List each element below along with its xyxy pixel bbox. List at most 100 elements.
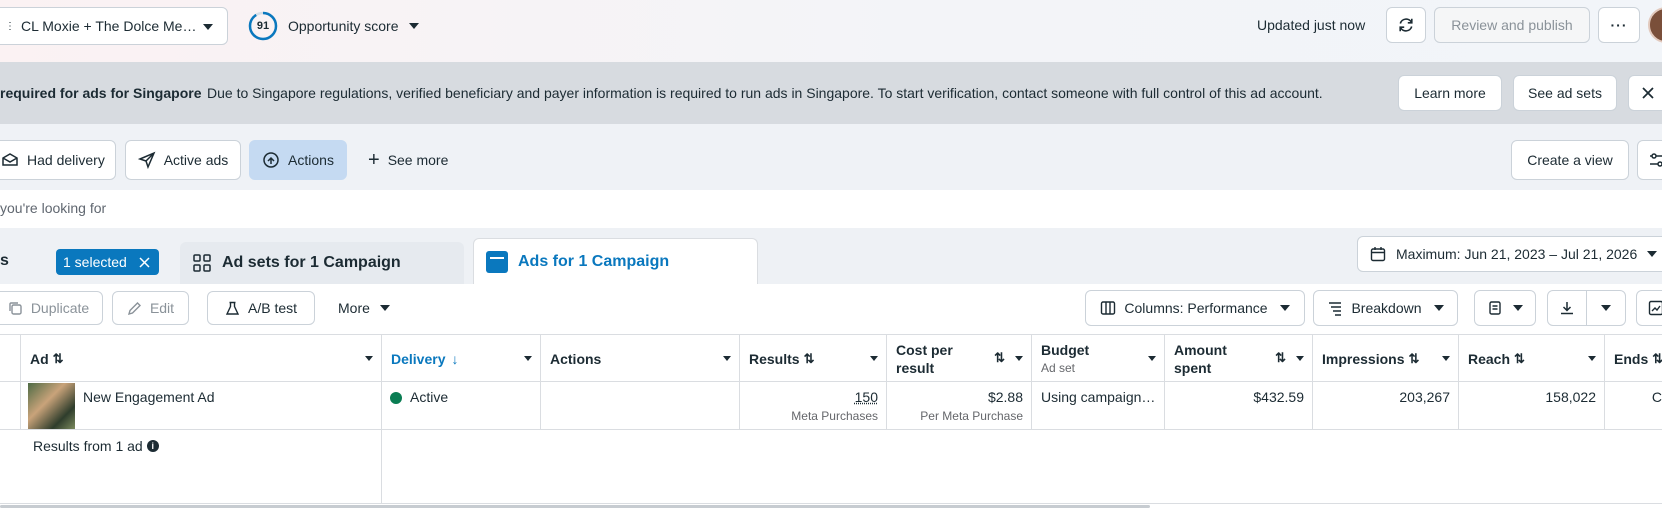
filter-actions-label: Actions xyxy=(288,152,334,168)
top-bar: ⋮ CL Moxie + The Dolce Me… 91 Opportunit… xyxy=(0,0,1662,62)
column-impressions[interactable]: Impressions ⇅ xyxy=(1313,335,1459,383)
chevron-down-icon xyxy=(408,23,419,29)
column-reach[interactable]: Reach ⇅ xyxy=(1459,335,1605,383)
active-status-dot xyxy=(390,392,402,404)
ad-cell[interactable]: New Engagement Ad xyxy=(21,382,382,430)
delivery-status: Active xyxy=(410,389,449,405)
sort-icon: ⇅ xyxy=(1514,351,1525,366)
sort-icon: ⇅ xyxy=(52,351,64,366)
duplicate-icon xyxy=(9,301,22,315)
date-range-picker[interactable]: Maximum: Jun 21, 2023 – Jul 21, 2026 xyxy=(1357,236,1662,272)
sort-icon: ⇅ xyxy=(994,350,1005,365)
info-icon[interactable]: i xyxy=(146,440,159,452)
chevron-down-icon[interactable] xyxy=(1015,356,1023,361)
cost-cell: $2.88 Per Meta Purchase xyxy=(887,382,1032,430)
filter-actions[interactable]: Actions xyxy=(249,140,347,180)
banner-title: required for ads for Singapore xyxy=(0,85,202,101)
column-cost-label-2: result xyxy=(896,360,935,376)
column-cost-per-result[interactable]: Cost per result ⇅ xyxy=(887,335,1032,383)
results-value[interactable]: 150 xyxy=(855,389,878,405)
export-button[interactable] xyxy=(1547,290,1587,326)
close-banner-button[interactable] xyxy=(1628,75,1662,111)
impressions-value: 203,267 xyxy=(1399,389,1450,405)
ads-toolbar: Duplicate Edit A/B test More Columns: Pe… xyxy=(0,284,1662,334)
breakdown-icon xyxy=(1329,302,1342,316)
tab-ad-sets[interactable]: Ad sets for 1 Campaign xyxy=(180,242,464,284)
tab-ads[interactable]: Ads for 1 Campaign xyxy=(473,238,758,284)
chevron-down-icon[interactable] xyxy=(870,356,878,361)
tab-ads-label: Ads for 1 Campaign xyxy=(518,252,670,270)
create-view-button[interactable]: Create a view xyxy=(1511,140,1629,180)
more-options-button[interactable]: ··· xyxy=(1598,7,1640,43)
chevron-down-icon[interactable] xyxy=(1148,356,1156,361)
sort-icon: ⇅ xyxy=(1408,351,1420,366)
duplicate-button[interactable]: Duplicate xyxy=(0,291,103,325)
opportunity-score-value: 91 xyxy=(256,20,270,32)
ad-name[interactable]: New Engagement Ad xyxy=(83,389,215,405)
opportunity-score-button[interactable]: 91 Opportunity score xyxy=(248,11,419,41)
chevron-down-icon[interactable] xyxy=(1588,356,1596,361)
download-icon xyxy=(1561,302,1573,315)
more-actions-button[interactable]: More xyxy=(338,291,390,325)
see-ad-sets-button[interactable]: See ad sets xyxy=(1513,75,1617,111)
learn-more-button[interactable]: Learn more xyxy=(1398,75,1502,111)
export-options-button[interactable] xyxy=(1586,290,1626,326)
search-bar[interactable]: you're looking for xyxy=(0,190,1662,228)
view-settings-button[interactable] xyxy=(1637,140,1662,180)
chevron-down-icon xyxy=(1601,305,1611,311)
column-budget[interactable]: Budget Ad set xyxy=(1032,335,1165,383)
amount-cell: $432.59 xyxy=(1165,382,1313,430)
column-amount-spent[interactable]: Amount spent ⇅ xyxy=(1165,335,1313,383)
budget-cell: Using campaign… xyxy=(1032,382,1165,430)
filter-had-delivery[interactable]: Had delivery xyxy=(0,140,116,180)
see-more-button[interactable]: + See more xyxy=(368,140,448,180)
column-amount-label-1: Amount xyxy=(1174,342,1227,358)
column-delivery-label: Delivery xyxy=(391,351,446,367)
column-actions[interactable]: Actions xyxy=(541,335,740,383)
reports-dropdown[interactable] xyxy=(1474,290,1536,326)
search-placeholder: you're looking for xyxy=(0,200,107,216)
column-ad[interactable]: Ad ⇅ xyxy=(21,335,382,383)
refresh-button[interactable] xyxy=(1386,7,1426,43)
edit-button[interactable]: Edit xyxy=(112,291,189,325)
review-publish-button[interactable]: Review and publish xyxy=(1434,7,1590,43)
column-delivery[interactable]: Delivery ↓ xyxy=(382,335,541,383)
chevron-down-icon[interactable] xyxy=(1296,356,1304,361)
close-icon[interactable] xyxy=(139,256,150,268)
column-results[interactable]: Results ⇅ xyxy=(740,335,887,383)
actions-icon xyxy=(263,152,279,168)
calendar-icon xyxy=(1370,247,1386,262)
column-budget-sub: Ad set xyxy=(1041,361,1076,375)
chevron-down-icon[interactable] xyxy=(524,356,532,361)
horizontal-scrollbar[interactable] xyxy=(0,505,1150,508)
sort-icon: ⇅ xyxy=(1652,351,1662,366)
charts-button[interactable] xyxy=(1636,290,1662,326)
tab-ad-sets-label: Ad sets for 1 Campaign xyxy=(222,254,401,271)
chevron-down-icon[interactable] xyxy=(723,356,731,361)
plus-icon: + xyxy=(368,149,380,171)
table-row[interactable]: New Engagement Ad Active 150 Meta Purcha… xyxy=(0,382,1662,430)
more-icon: ··· xyxy=(1610,17,1628,33)
column-ad-label: Ad xyxy=(30,351,49,367)
ab-test-button[interactable]: A/B test xyxy=(207,291,315,325)
close-icon xyxy=(1642,87,1654,99)
chevron-down-icon[interactable] xyxy=(365,356,373,361)
sort-icon: ⇅ xyxy=(803,351,815,366)
sliders-icon xyxy=(1650,153,1662,167)
columns-label: Columns: Performance xyxy=(1124,300,1268,316)
tab-campaigns-fragment[interactable]: s xyxy=(0,252,9,270)
breakdown-dropdown[interactable]: Breakdown xyxy=(1313,290,1458,326)
columns-dropdown[interactable]: Columns: Performance xyxy=(1085,290,1305,326)
banner-message: Due to Singapore regulations, verified b… xyxy=(207,85,1323,101)
avatar[interactable] xyxy=(1648,7,1662,43)
sort-icon: ⇅ xyxy=(1275,350,1286,365)
column-ends-label: Ends xyxy=(1614,351,1649,367)
account-selector[interactable]: ⋮ CL Moxie + The Dolce Me… xyxy=(0,7,228,45)
date-range-label: Maximum: Jun 21, 2023 – Jul 21, 2026 xyxy=(1396,246,1638,262)
filter-active-ads[interactable]: Active ads xyxy=(125,140,241,180)
amount-value: $432.59 xyxy=(1253,389,1304,405)
selected-badge[interactable]: 1 selected xyxy=(56,249,159,275)
envelope-icon xyxy=(2,153,18,166)
column-ends[interactable]: Ends ⇅ xyxy=(1605,335,1662,383)
chevron-down-icon[interactable] xyxy=(1442,356,1450,361)
